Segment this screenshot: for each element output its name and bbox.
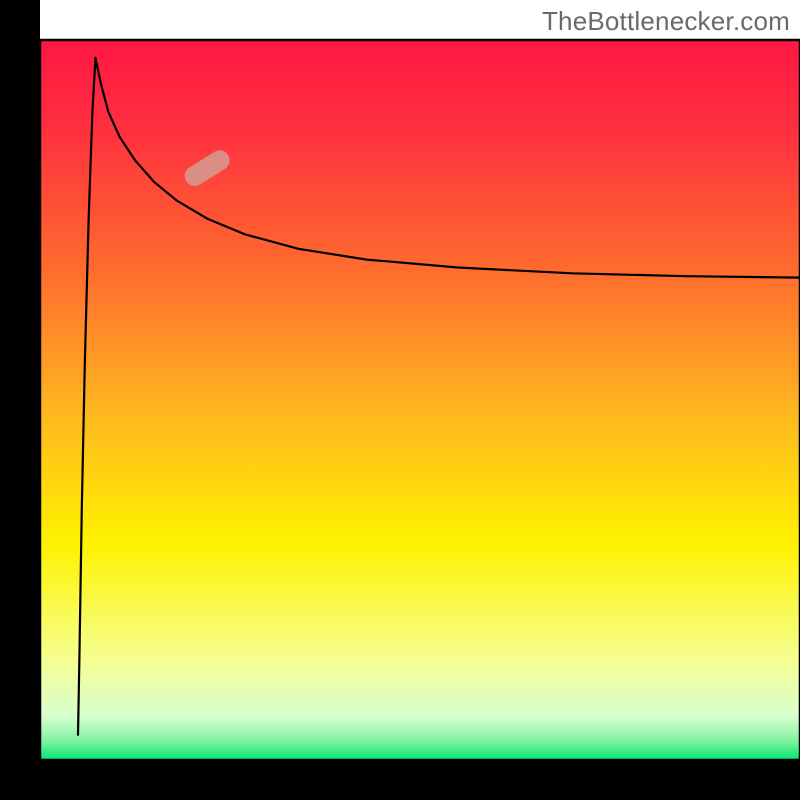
y-axis <box>0 0 40 800</box>
plot-svg <box>0 0 800 800</box>
plot-background <box>40 40 800 760</box>
watermark-text: TheBottlenecker.com <box>542 6 790 37</box>
bottleneck-chart: TheBottlenecker.com <box>0 0 800 800</box>
x-axis <box>0 760 800 800</box>
